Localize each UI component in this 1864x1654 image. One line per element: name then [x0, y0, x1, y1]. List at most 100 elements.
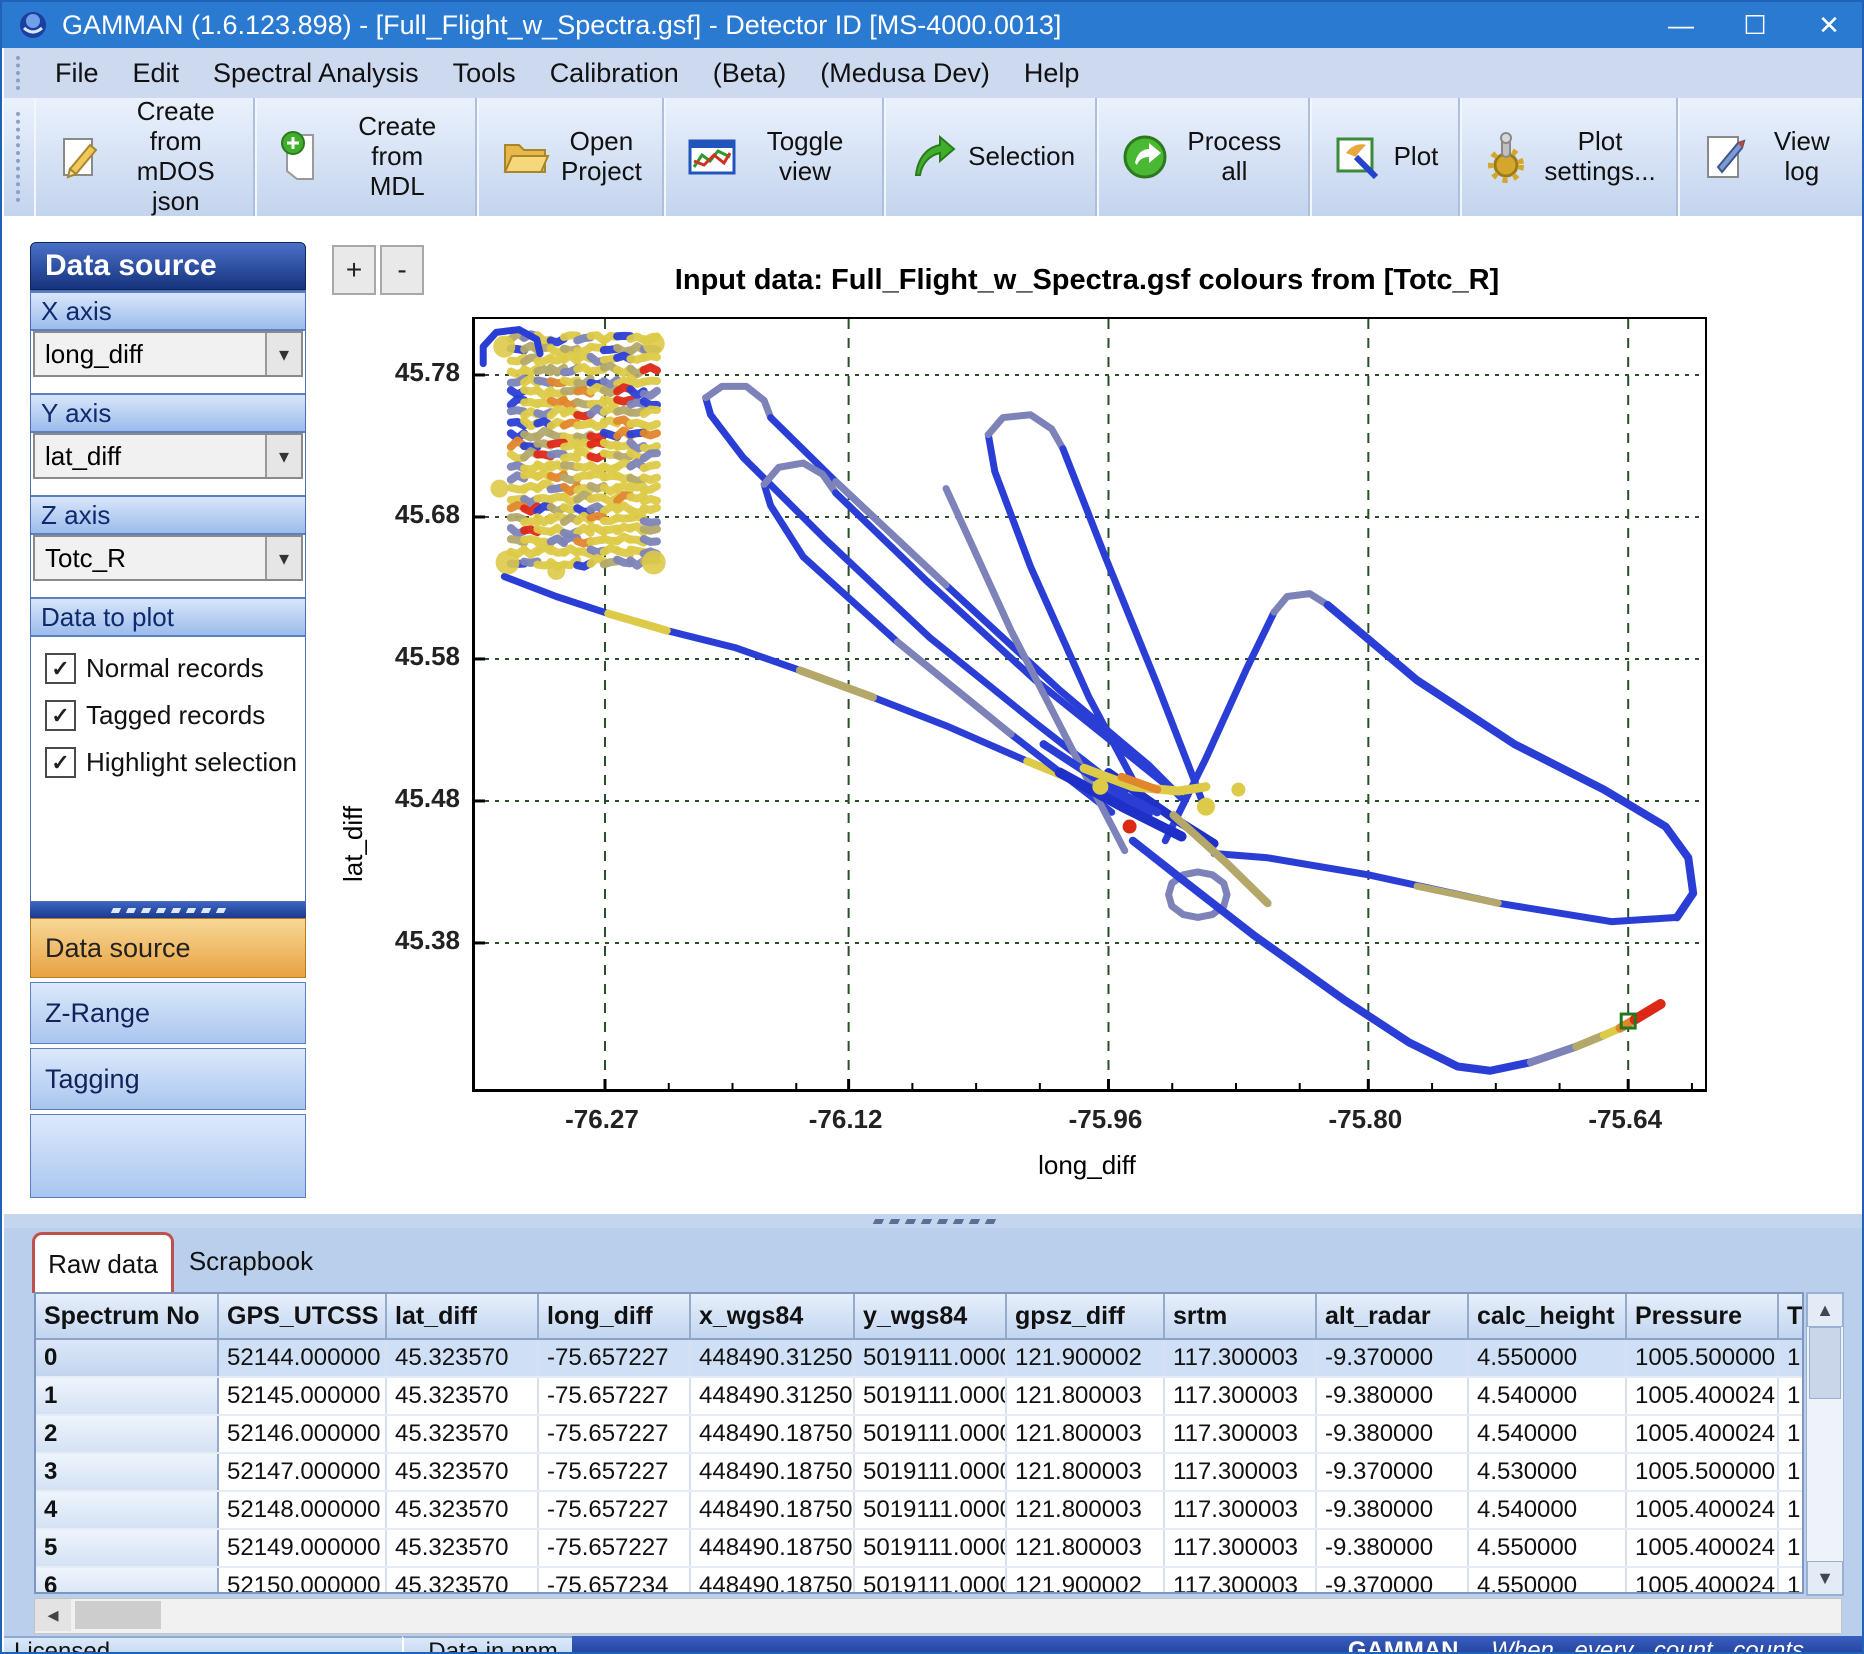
chevron-down-icon[interactable]: ▾: [265, 537, 301, 579]
menu-item-calibration[interactable]: Calibration: [533, 58, 696, 89]
sidebar-nav-filler: [30, 1114, 306, 1198]
toolbar-button-plot[interactable]: Plot: [1310, 98, 1461, 216]
column-header-t[interactable]: T: [1778, 1294, 1804, 1339]
toolbar-button-process-all[interactable]: Process all: [1097, 98, 1309, 216]
horizontal-scrollbar[interactable]: ◂: [34, 1598, 1842, 1634]
table-cell: 5019111.0000: [854, 1567, 1006, 1594]
axis-section-label: X axis: [31, 291, 305, 331]
vertical-scrollbar[interactable]: ▲ ▼: [1806, 1292, 1844, 1596]
toolbar-button-create-from[interactable]: Create from mDOS json: [34, 98, 255, 216]
checkbox[interactable]: ✓: [45, 653, 76, 684]
dropdown-value: Totc_R: [45, 543, 126, 574]
toolbar-button-open[interactable]: Open Project: [477, 98, 664, 216]
menu-item-tools[interactable]: Tools: [436, 58, 533, 89]
menu-item-help[interactable]: Help: [1007, 58, 1097, 89]
table-cell: 121.800003: [1006, 1529, 1164, 1567]
horizontal-splitter[interactable]: [4, 1214, 1864, 1228]
vertical-scroll-thumb[interactable]: [1809, 1327, 1841, 1399]
table-row[interactable]: 452148.00000045.323570-75.657227448490.1…: [36, 1491, 1804, 1529]
table-cell: 52149.000000: [218, 1529, 386, 1567]
column-header-spectrum-no[interactable]: Spectrum No: [36, 1294, 218, 1339]
checkbox-row-highlight-selection[interactable]: ✓ Highlight selection: [45, 747, 305, 778]
dropdown-value: long_diff: [45, 339, 143, 370]
chevron-down-icon[interactable]: ▾: [265, 333, 301, 375]
table-cell: 121.800003: [1006, 1377, 1164, 1415]
toolbar-button-create-from[interactable]: Create from MDL: [255, 98, 476, 216]
table-cell: 448490.31250: [690, 1339, 854, 1377]
column-header-gpsz-diff[interactable]: gpsz_diff: [1006, 1294, 1164, 1339]
column-header-srtm[interactable]: srtm: [1164, 1294, 1316, 1339]
scroll-left-icon[interactable]: ◂: [35, 1599, 71, 1631]
column-header-pressure[interactable]: Pressure: [1626, 1294, 1778, 1339]
column-header-x-wgs84[interactable]: x_wgs84: [690, 1294, 854, 1339]
axis-dropdown-x-axis[interactable]: long_diff ▾: [33, 331, 303, 377]
tab-scrapbook[interactable]: Scrapbook: [176, 1232, 326, 1290]
maximize-button[interactable]: ☐: [1718, 2, 1792, 48]
table-cell: 1005.400024: [1626, 1415, 1778, 1453]
window-title: GAMMAN (1.6.123.898) - [Full_Flight_w_Sp…: [62, 10, 1061, 41]
toolbar-button-plot[interactable]: Plot settings...: [1460, 98, 1677, 216]
axis-dropdown-z-axis[interactable]: Totc_R ▾: [33, 535, 303, 581]
column-header-calc-height[interactable]: calc_height: [1468, 1294, 1626, 1339]
axis-dropdown-y-axis[interactable]: lat_diff ▾: [33, 433, 303, 479]
table-cell: 121.800003: [1006, 1491, 1164, 1529]
folder-icon: [499, 131, 551, 183]
close-button[interactable]: ✕: [1792, 2, 1864, 48]
column-header-y-wgs84[interactable]: y_wgs84: [854, 1294, 1006, 1339]
sidebar-nav-z-range[interactable]: Z-Range: [30, 982, 306, 1044]
table-row[interactable]: 552149.00000045.323570-75.657227448490.1…: [36, 1529, 1804, 1567]
column-header-long-diff[interactable]: long_diff: [538, 1294, 690, 1339]
table-cell: 117.300003: [1164, 1491, 1316, 1529]
y-tick-label: 45.38: [390, 925, 460, 956]
plot-area[interactable]: [472, 317, 1707, 1092]
zoom-in-button[interactable]: +: [332, 245, 376, 295]
table-cell: 448490.18750: [690, 1529, 854, 1567]
checkbox[interactable]: ✓: [45, 747, 76, 778]
horizontal-scroll-thumb[interactable]: [75, 1601, 161, 1629]
table-cell: 4.530000: [1468, 1453, 1626, 1491]
table-row[interactable]: 052144.00000045.323570-75.657227448490.3…: [36, 1339, 1804, 1377]
table-row[interactable]: 252146.00000045.323570-75.657227448490.1…: [36, 1415, 1804, 1453]
scroll-up-icon[interactable]: ▲: [1807, 1293, 1843, 1327]
checkbox-row-tagged-records[interactable]: ✓Tagged records: [45, 700, 305, 731]
table-cell: 5019111.0000: [854, 1377, 1006, 1415]
table-row[interactable]: 652150.00000045.323570-75.657234448490.1…: [36, 1567, 1804, 1594]
title-bar: GAMMAN (1.6.123.898) - [Full_Flight_w_Sp…: [2, 2, 1864, 48]
tab-raw-data[interactable]: Raw data: [32, 1232, 174, 1293]
x-tick-label: -75.80: [1305, 1104, 1425, 1135]
menu-bar: FileEditSpectral AnalysisToolsCalibratio…: [4, 48, 1864, 98]
table-cell: 117.300003: [1164, 1339, 1316, 1377]
dropdown-value: lat_diff: [45, 441, 121, 472]
table-cell: 5019111.0000: [854, 1491, 1006, 1529]
toolbar-button-view-log[interactable]: View log: [1678, 98, 1864, 216]
sidebar-nav-tagging[interactable]: Tagging: [30, 1048, 306, 1110]
y-tick-label: 45.78: [390, 357, 460, 388]
gear-icon: [1482, 131, 1534, 183]
checkbox-label: Highlight selection: [86, 747, 297, 778]
sidebar-nav-data-source[interactable]: Data source: [30, 918, 306, 978]
chevron-down-icon[interactable]: ▾: [265, 435, 301, 477]
toolbar-button-toggle-view[interactable]: Toggle view: [664, 98, 884, 216]
scroll-down-icon[interactable]: ▼: [1807, 1561, 1843, 1595]
minimize-button[interactable]: —: [1644, 2, 1718, 48]
sidebar-splitter[interactable]: [30, 902, 306, 918]
column-header-lat-diff[interactable]: lat_diff: [386, 1294, 538, 1339]
checkbox-row-normal-records[interactable]: ✓Normal records: [45, 653, 305, 684]
table-cell: 1005.400024: [1626, 1491, 1778, 1529]
menu-item-medusa-dev[interactable]: (Medusa Dev): [803, 58, 1007, 89]
table-row[interactable]: 152145.00000045.323570-75.657227448490.3…: [36, 1377, 1804, 1415]
menu-item-spectral-analysis[interactable]: Spectral Analysis: [196, 58, 436, 89]
menu-item-edit[interactable]: Edit: [116, 58, 197, 89]
toolbar-button-label: Plot settings...: [1544, 127, 1655, 187]
column-header-alt-radar[interactable]: alt_radar: [1316, 1294, 1468, 1339]
table-row[interactable]: 352147.00000045.323570-75.657227448490.1…: [36, 1453, 1804, 1491]
zoom-out-button[interactable]: -: [380, 245, 424, 295]
column-header-gps-utcss[interactable]: GPS_UTCSS: [218, 1294, 386, 1339]
toolbar-button-selection[interactable]: Selection: [884, 98, 1097, 216]
table-cell: 117.300003: [1164, 1453, 1316, 1491]
table-cell: 1: [36, 1377, 218, 1415]
menu-item-file[interactable]: File: [38, 58, 116, 89]
menu-item-beta[interactable]: (Beta): [696, 58, 804, 89]
process-icon: [1119, 131, 1171, 183]
checkbox[interactable]: ✓: [45, 700, 76, 731]
